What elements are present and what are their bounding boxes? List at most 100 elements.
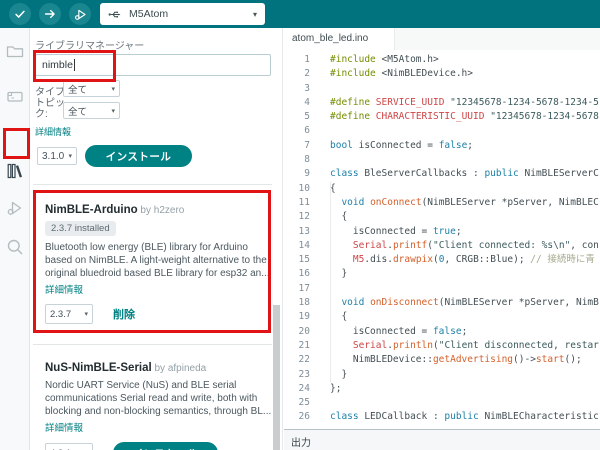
code-line[interactable]: 8 xyxy=(284,153,600,167)
code-line[interactable]: 25 xyxy=(284,396,600,410)
description-line: original bluedroid based BLE library for… xyxy=(45,267,270,279)
code-line[interactable]: 3 xyxy=(284,82,600,96)
topic-filter-select[interactable]: 全て ▾ xyxy=(63,102,120,119)
code-line[interactable]: 19 { xyxy=(284,310,600,324)
upload-button[interactable] xyxy=(39,3,61,25)
library-name: NuS-NimBLE-Serial xyxy=(45,362,152,374)
code-line[interactable]: 12 { xyxy=(284,210,600,224)
sidebar-item-library-manager[interactable] xyxy=(5,161,25,181)
code-line[interactable]: 14 Serial.printf("Client connected: %s\n… xyxy=(284,239,600,253)
line-number: 25 xyxy=(298,397,310,409)
install-button[interactable]: インストール xyxy=(85,145,192,167)
code-line[interactable]: 20 isConnected = false; xyxy=(284,325,600,339)
boards-manager-icon xyxy=(5,86,25,106)
search-icon xyxy=(5,237,25,257)
library-entry-nimble-arduino[interactable]: NimBLE-Arduino by h2zero 2.3.7 installed B… xyxy=(45,204,271,325)
line-number: 19 xyxy=(298,311,310,323)
line-number: 2 xyxy=(304,68,310,80)
sidebar-item-debug[interactable] xyxy=(5,198,25,218)
code-line[interactable]: 11 void onConnect(NimBLEServer *pServer,… xyxy=(284,196,600,210)
dropdown-caret-icon: ▾ xyxy=(252,9,257,19)
line-number: 3 xyxy=(304,82,310,94)
verify-button[interactable] xyxy=(9,3,31,25)
line-number: 4 xyxy=(304,96,310,108)
code-line[interactable]: 24}; xyxy=(284,382,600,396)
upload-icon xyxy=(43,7,57,21)
code-editor[interactable]: 1 #include <M5Atom.h> 2 #include <NimBLEDev… xyxy=(284,53,600,425)
code-line[interactable]: 23 } xyxy=(284,368,600,382)
divider xyxy=(33,184,272,185)
code-line[interactable]: 18 void onDisconnect(NimBLEServer *pServ… xyxy=(284,296,600,310)
code-line[interactable]: 15 M5.dis.drawpix(0, CRGB::Blue); // 接続時… xyxy=(284,253,600,267)
sketchbook-folder-icon xyxy=(5,41,25,61)
debug-icon xyxy=(73,7,88,22)
search-input[interactable]: nimble xyxy=(35,54,271,76)
line-number: 8 xyxy=(304,154,310,166)
line-number: 10 xyxy=(298,182,310,194)
description-line: based on NimBLE. A light-weight alternat… xyxy=(45,254,267,266)
description-line: Nordic UART Service (NuS) and BLE serial xyxy=(45,380,237,391)
more-info-link[interactable]: 詳細情報 xyxy=(35,125,71,138)
sidebar-debug-icon xyxy=(5,198,25,218)
more-info-link[interactable]: 詳細情報 xyxy=(45,282,83,296)
start-debug-button[interactable] xyxy=(69,3,91,25)
library-manager-icon xyxy=(5,161,25,181)
description-line: communications Serial read and write, bo… xyxy=(45,392,258,404)
panel-scrollbar[interactable] xyxy=(273,305,280,450)
board-selector-label: M5Atom xyxy=(129,8,169,20)
more-info-link[interactable]: 詳細情報 xyxy=(45,420,83,434)
code-line[interactable]: 13 isConnected = true; xyxy=(284,225,600,239)
version-select[interactable]: 4.2.1▾ xyxy=(45,443,93,450)
code-line[interactable]: 10{ xyxy=(284,182,600,196)
activity-sidebar xyxy=(0,28,30,450)
usb-icon xyxy=(108,8,121,21)
sidebar-item-boards-manager[interactable] xyxy=(5,86,25,106)
code-line[interactable]: 1 #include <M5Atom.h> xyxy=(284,53,600,67)
description-line: blocking and non-blocking semantics, thr… xyxy=(45,405,271,417)
topic-filter-value: 全て xyxy=(68,106,88,118)
line-number: 15 xyxy=(298,254,310,266)
board-selector[interactable]: M5Atom ▾ xyxy=(100,3,265,25)
code-line[interactable]: 16 } xyxy=(284,267,600,281)
library-description: Bluetooth low energy (BLE) library for A… xyxy=(45,242,271,280)
code-line[interactable]: 21 Serial.println("Client disconnected, … xyxy=(284,339,600,353)
code-line[interactable]: 2 #include <NimBLEDevice.h> xyxy=(284,67,600,81)
entry-action-row: 4.2.1▾ インストール xyxy=(45,442,271,450)
code-line[interactable]: 4 #define SERVICE_UUID "12345678-1234-567… xyxy=(284,96,600,110)
type-filter-value: 全て xyxy=(68,84,88,96)
line-number: 21 xyxy=(298,339,310,351)
line-number: 9 xyxy=(304,168,310,180)
code-line[interactable]: 5 #define CHARACTERISTIC_UUID "12345678-1… xyxy=(284,110,600,124)
sidebar-item-search[interactable] xyxy=(5,237,25,257)
library-entry-title: NimBLE-Arduino by h2zero xyxy=(45,204,271,216)
remove-button[interactable]: 削除 xyxy=(113,306,135,322)
text-cursor xyxy=(73,59,75,71)
output-panel-header[interactable]: 出力 xyxy=(284,429,600,450)
library-author: by afpineda xyxy=(151,363,207,374)
divider xyxy=(33,344,272,345)
install-button[interactable]: インストール xyxy=(113,442,218,450)
tab-atom-ble-led[interactable]: atom_ble_led.ino xyxy=(284,28,396,50)
library-entry-title: NuS-NimBLE-Serial by afpineda xyxy=(45,362,271,374)
line-number: 11 xyxy=(298,196,310,208)
entry-action-row: 2.3.7 ▾ 削除 xyxy=(45,304,271,325)
sidebar-item-sketchbook[interactable] xyxy=(5,41,25,61)
library-name: NimBLE-Arduino xyxy=(45,204,138,216)
code-line[interactable]: 22 NimBLEDevice::getAdvertising()->start… xyxy=(284,353,600,367)
version-value: 2.3.7 xyxy=(50,308,72,320)
top-toolbar: M5Atom ▾ xyxy=(0,0,600,28)
code-line[interactable]: 26 class LEDCallback : public NimBLEChara… xyxy=(284,410,600,424)
version-select[interactable]: 2.3.7 ▾ xyxy=(45,304,93,325)
version-select[interactable]: 3.1.0 ▾ xyxy=(37,147,77,165)
library-description: Nordic UART Service (NuS) and BLE serial… xyxy=(45,380,271,418)
library-entry-nus-nimble-serial[interactable]: NuS-NimBLE-Serial by afpineda Nordic UART… xyxy=(45,362,271,450)
line-number: 7 xyxy=(304,139,310,151)
type-filter-select[interactable]: 全て ▾ xyxy=(63,80,120,97)
editor-tabbar: atom_ble_led.ino xyxy=(284,28,600,50)
code-line[interactable]: 17 xyxy=(284,282,600,296)
code-line[interactable]: 9 class BleServerCallbacks : public NimBL… xyxy=(284,167,600,181)
version-value: 3.1.0 xyxy=(42,150,65,162)
code-line[interactable]: 7 bool isConnected = false; xyxy=(284,139,600,153)
line-number: 16 xyxy=(298,268,310,280)
code-line[interactable]: 6 xyxy=(284,124,600,138)
